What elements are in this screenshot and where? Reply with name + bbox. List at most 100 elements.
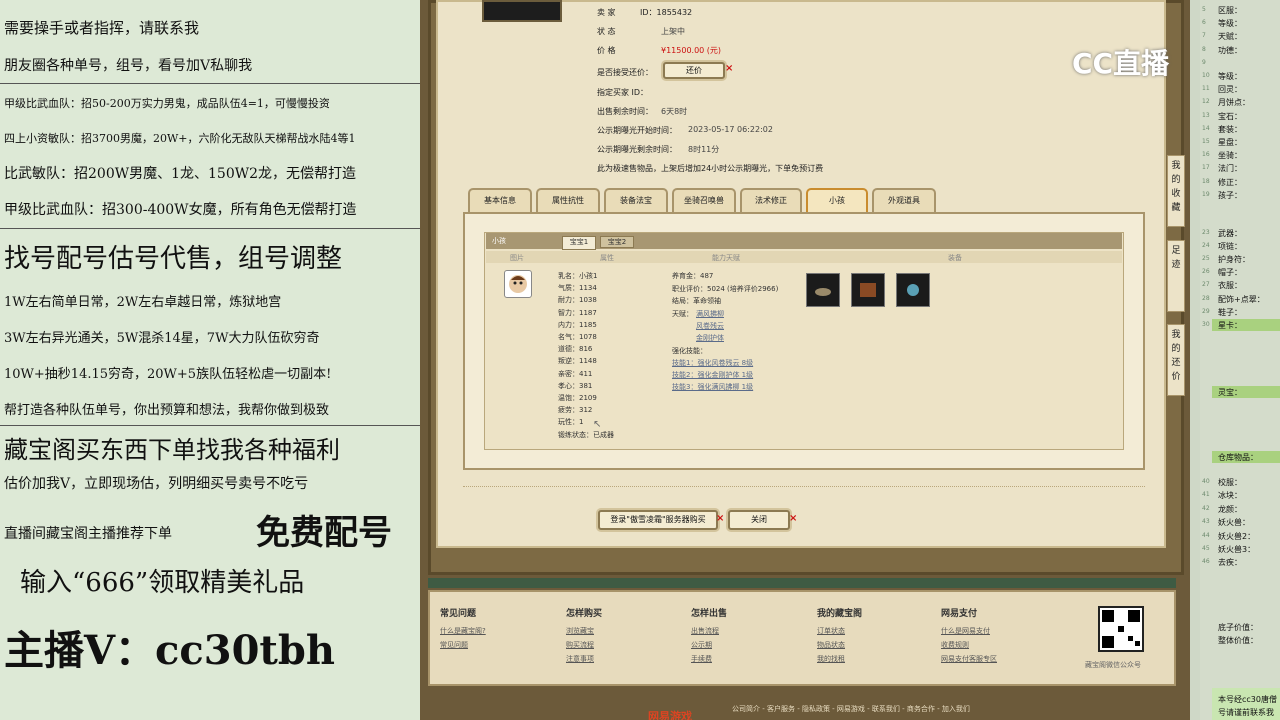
netease-brand: 网易游戏 — [648, 710, 692, 720]
skill-link[interactable]: 技能2：强化金刚护体 1级 — [672, 370, 753, 380]
row-number: 9 — [1202, 58, 1206, 66]
row-number: 16 — [1202, 151, 1210, 159]
child-attr-row: 内力：1185 — [558, 320, 597, 329]
side-tab-my-bargain[interactable]: 我的还价 — [1167, 324, 1185, 396]
stream-screen: 需要操手或者指挥，请联系我 朋友圈各种单号，组号，看号加Ⅴ私聊我 甲级比武血队：… — [0, 0, 1280, 720]
character-portrait — [482, 0, 562, 22]
login-buy-button[interactable]: 登录"傲雪凌霜"服务器购买 — [598, 510, 718, 530]
row-number: 30 — [1202, 320, 1210, 328]
footer-link[interactable]: 什么是藏宝阁? — [440, 626, 486, 636]
bottom-links[interactable]: 公司简介 - 客户服务 - 隐私政策 - 网易游戏 - 联系我们 - 商务合作 … — [732, 704, 970, 714]
pub-start-value: 2023-05-17 06:22:02 — [688, 125, 773, 134]
child-attr-row: 名气：1078 — [558, 333, 597, 341]
col-header-abilities: 能力天赋 — [712, 254, 740, 262]
mouse-cursor-icon: ↖ — [593, 419, 602, 430]
right-row-label: 星盘： — [1218, 138, 1242, 147]
talent-link[interactable]: 满风拂柳 — [696, 309, 724, 319]
side-tab-favorites[interactable]: 我的收藏 — [1167, 155, 1185, 227]
right-row-label: 校服： — [1218, 478, 1242, 487]
right-label-base-value: 底子价值： — [1218, 623, 1258, 632]
seller-label: 卖 家 — [597, 8, 616, 17]
ad-line: 藏宝阁买东西下单找我各种福利 — [4, 436, 340, 464]
footer-link[interactable]: 收费规则 — [941, 640, 969, 650]
footer-col-head: 常见问题 — [440, 609, 477, 619]
ad-line: 朋友圈各种单号，组号，看号加Ⅴ私聊我 — [4, 58, 253, 74]
tab-attributes[interactable]: 属性抗性 — [536, 188, 600, 212]
right-row-label: 帽子： — [1218, 268, 1242, 278]
footer-link[interactable]: 网易支付客服专区 — [941, 654, 997, 664]
talent-link[interactable]: 金刚护体 — [696, 333, 724, 343]
right-row-label: 配饰+点翠： — [1218, 294, 1265, 304]
footer-link[interactable]: 公示期 — [691, 640, 712, 650]
bargain-label: 是否接受还价： — [597, 68, 653, 77]
footer-link[interactable]: 手续费 — [691, 654, 712, 664]
pub-start-label: 公示期曝光开始时间： — [597, 126, 677, 135]
tab-basic-info[interactable]: 基本信息 — [468, 188, 532, 212]
footer-link[interactable]: 注意事项 — [566, 654, 594, 664]
right-row-label: 宝石： — [1218, 111, 1242, 121]
subtab-baby1[interactable]: 宝宝1 — [562, 236, 596, 250]
right-label-lingbao: 灵宝： — [1218, 388, 1242, 397]
tab-child[interactable]: 小孩 — [806, 188, 868, 212]
qr-code — [1098, 606, 1144, 652]
right-row-label: 区服： — [1218, 6, 1242, 15]
divider — [0, 83, 420, 84]
tab-equipment[interactable]: 装备法宝 — [604, 188, 668, 212]
child-attr-row: 乳名：小孩1 — [558, 272, 598, 280]
row-number: 5 — [1202, 6, 1206, 13]
col-header-attributes: 属性 — [600, 254, 614, 262]
row-number: 19 — [1202, 190, 1210, 198]
bargain-button[interactable]: 还价 — [663, 62, 725, 79]
footer-link[interactable]: 我的找租 — [817, 654, 845, 664]
row-number: 40 — [1202, 478, 1210, 485]
footer-link[interactable]: 浏览藏宝 — [566, 626, 594, 636]
row-number: 8 — [1202, 45, 1206, 53]
equip-slot-1[interactable] — [806, 273, 840, 307]
equip-slot-3[interactable] — [896, 273, 930, 307]
skill-link[interactable]: 技能1：强化风卷残云 8级 — [672, 358, 753, 368]
site-footer — [428, 590, 1176, 686]
ad-line: 3W左右异光通关，5W混杀14星，7W大力队伍砍穷奇 — [4, 331, 320, 346]
row-number: 43 — [1202, 518, 1210, 526]
footer-link[interactable]: 什么是网易支付 — [941, 626, 990, 636]
skill-link[interactable]: 技能3：强化满风拂柳 1级 — [672, 382, 753, 392]
right-note: 本号经cc30唐僧 — [1218, 695, 1277, 704]
child-ability-row: 结局：革命领袖 — [672, 297, 721, 305]
status-value: 上架中 — [661, 27, 685, 36]
footer-link[interactable]: 常见问题 — [440, 640, 468, 650]
footer-link[interactable]: 物品状态 — [817, 640, 845, 650]
footer-link[interactable]: 订单状态 — [817, 626, 845, 636]
right-row-label: 妖火兽： — [1218, 518, 1250, 528]
equip-slot-2[interactable] — [851, 273, 885, 307]
child-attr-row: 玩性：1 — [558, 418, 584, 427]
footer-col-head: 怎样出售 — [691, 609, 728, 619]
right-row-label: 等级： — [1218, 72, 1242, 81]
tab-mounts[interactable]: 坐骑召唤兽 — [672, 188, 736, 212]
child-attr-row: 温饱：2109 — [558, 394, 597, 402]
child-ability-row: 职业评价：5024 (培养评价2966) — [672, 284, 779, 293]
talent-link[interactable]: 风卷残云 — [696, 321, 724, 331]
footer-col-head: 我的藏宝阁 — [817, 609, 863, 619]
seller-id: ID：1855432 — [640, 8, 693, 17]
footer-link[interactable]: 出售流程 — [691, 626, 719, 636]
ad-line: 输入“666”领取精美礼品 — [20, 568, 305, 598]
subtab-baby2[interactable]: 宝宝2 — [600, 236, 634, 248]
ad-line: 估价加我V，立即现场估，列明细买号卖号不吃亏 — [4, 476, 309, 492]
right-row-label: 天赋： — [1218, 32, 1242, 42]
row-number: 27 — [1202, 281, 1210, 289]
footer-link[interactable]: 购买流程 — [566, 640, 594, 650]
right-row-label: 冰块： — [1218, 491, 1242, 501]
right-row-label: 等级： — [1218, 19, 1242, 29]
side-tab-footprint[interactable]: 足迹 — [1167, 240, 1185, 312]
right-row-label: 鞋子： — [1218, 307, 1242, 317]
left-ad-panel: 需要操手或者指挥，请联系我 朋友圈各种单号，组号，看号加Ⅴ私聊我 甲级比武血队：… — [0, 0, 420, 720]
right-row-label: 妖火兽2： — [1218, 531, 1256, 541]
close-button[interactable]: 关闭 — [728, 510, 790, 530]
right-row-label: 回灵： — [1218, 85, 1242, 95]
tab-appearance[interactable]: 外观道具 — [872, 188, 936, 212]
ad-line: 比武敏队：招200W男魔、1龙、150W2龙，无偿帮打造 — [4, 166, 357, 182]
child-attr-row: 亲密：411 — [558, 369, 593, 378]
row-number: 46 — [1202, 558, 1210, 566]
row-number: 17 — [1202, 164, 1210, 172]
tab-spells[interactable]: 法术修正 — [740, 188, 802, 212]
